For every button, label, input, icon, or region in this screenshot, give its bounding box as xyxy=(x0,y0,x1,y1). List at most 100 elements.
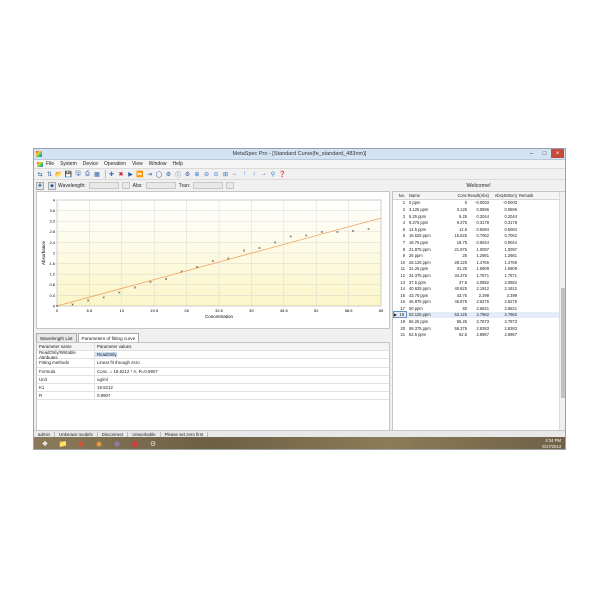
cell-name: 3.125 ppm xyxy=(409,206,429,212)
arrow-right-icon[interactable]: → xyxy=(260,170,268,178)
table-row[interactable]: ▶ 18 53.125 ppm 53.125 2.7962 2.7962 xyxy=(393,311,565,319)
zoom-area-icon[interactable]: ⊞ xyxy=(222,170,230,178)
menu-system[interactable]: System xyxy=(57,161,80,167)
cell-name: 43.75 ppm xyxy=(409,292,429,298)
zero-icon[interactable]: ◯ xyxy=(155,170,163,178)
table-row[interactable]: 8 21.875 ppm 21.875 1.0097 1.0097 xyxy=(393,246,565,253)
cell-conc: 28.125 xyxy=(454,259,467,265)
scrollbar-thumb[interactable] xyxy=(561,288,565,398)
table-row[interactable]: 19 56.25 ppm 56.25 2.7873 2.7873 xyxy=(393,318,565,325)
measure-icon[interactable]: ⚙ xyxy=(165,170,173,178)
y-tick-label: 0.8 xyxy=(49,282,55,287)
param-row[interactable]: Formula Conc. = 19.5212 * A, R=0.9907 xyxy=(37,367,389,376)
menu-file[interactable]: File xyxy=(43,161,57,167)
cell-no: 6 xyxy=(402,233,405,239)
cell-no: 11 xyxy=(400,266,405,272)
zoom-fit-icon[interactable]: ⊙ xyxy=(212,170,220,178)
media-icon[interactable]: ◉ xyxy=(92,439,106,450)
col-abs[interactable]: Abs(483nm) xyxy=(489,193,517,198)
fast-forward-icon[interactable]: ⏩ xyxy=(136,170,144,178)
table-row[interactable]: 7 18.75 ppm 18.75 0.9044 0.9044 xyxy=(393,239,565,246)
menu-window[interactable]: Window xyxy=(146,161,170,167)
step-icon[interactable]: ⇥ xyxy=(146,170,154,178)
delete-icon[interactable]: ✖ xyxy=(117,170,125,178)
table-row[interactable]: 17 50 ppm 50 2.6621 2.6621 xyxy=(393,305,565,312)
col-conc[interactable]: Conc xyxy=(445,193,467,198)
cell-conc: 43.75 xyxy=(456,292,467,298)
cell-abs: 0.0596 xyxy=(504,206,517,212)
table-row[interactable]: 20 59.375 ppm 59.375 2.8383 2.8383 xyxy=(393,325,565,332)
menu-help[interactable]: Help xyxy=(170,161,186,167)
table-row[interactable]: 5 12.5 ppm 12.5 0.5084 0.5084 xyxy=(393,226,565,233)
open-icon[interactable]: 📂 xyxy=(55,170,63,178)
table-row[interactable]: 10 28.125 ppm 28.125 1.4766 1.4766 xyxy=(393,259,565,266)
col-remark[interactable]: Remark xyxy=(517,193,539,198)
tool-icon[interactable]: ⚙ xyxy=(146,439,160,450)
windows-start-icon[interactable]: ❖ xyxy=(38,439,52,450)
table-row[interactable]: 12 34.375 ppm 34.375 1.7871 1.7871 xyxy=(393,272,565,279)
col-name[interactable]: Name xyxy=(407,193,445,198)
info-icon[interactable]: ⓘ xyxy=(174,170,182,179)
swap-icon[interactable]: ⇅ xyxy=(46,170,54,178)
menu-bar: File System Device Operation View Window… xyxy=(34,160,565,168)
arrow-down-icon[interactable]: ↓ xyxy=(250,170,258,178)
system-tray: 4:34 PM 6/17/2013 xyxy=(542,438,561,449)
table-scrollbar[interactable] xyxy=(559,192,565,437)
settings-icon[interactable]: ⚙ xyxy=(184,170,192,178)
menu-view[interactable]: View xyxy=(129,161,146,167)
param-row[interactable]: K1 19.5212 xyxy=(37,383,389,393)
table-row[interactable]: 3 6.25 ppm 6.25 0.2044 0.2044 xyxy=(393,213,565,220)
cell-result: 0.3178 xyxy=(476,220,489,226)
goto-wavelength-icon[interactable]: ✚ xyxy=(36,181,44,190)
close-icon[interactable]: × xyxy=(551,149,564,158)
save-as-icon[interactable]: 🖫 xyxy=(74,170,82,178)
table-row[interactable]: 9 25 ppm 25 1.2981 1.2981 xyxy=(393,252,565,259)
cell-conc: 59.375 xyxy=(454,325,467,331)
table-row[interactable]: 21 62.5 ppm 62.5 2.8967 2.8967 xyxy=(393,331,565,338)
print-icon[interactable]: ⎙ xyxy=(84,170,92,178)
maximize-icon[interactable]: □ xyxy=(538,149,551,158)
save-icon[interactable]: 💾 xyxy=(65,170,73,178)
param-row[interactable]: Fitting methods Linear fit through zero xyxy=(37,359,389,368)
grid-icon[interactable]: ▦ xyxy=(93,170,101,178)
tab-fitting-parameters[interactable]: Parameters of fitting curve xyxy=(77,333,140,342)
minimize-icon[interactable]: – xyxy=(525,149,538,158)
col-result[interactable]: Result(Abs) xyxy=(467,193,489,198)
browser-icon[interactable]: ◉ xyxy=(74,439,88,450)
search-icon[interactable]: ⚲ xyxy=(269,170,277,178)
tab-wavelength-list[interactable]: Wavelength List xyxy=(36,333,77,342)
table-row[interactable]: 15 43.75 ppm 43.75 2.399 2.399 xyxy=(393,292,565,299)
arrow-up-icon[interactable]: ↑ xyxy=(241,170,249,178)
param-row[interactable]: ReadOnly/Writable Attributes ReadOnly xyxy=(37,350,389,360)
cell-result: 1.7871 xyxy=(476,272,489,278)
y-tick-label: 2.4 xyxy=(49,240,55,245)
x-axis-label: Concentration xyxy=(205,314,234,319)
table-row[interactable]: 16 46.875 ppm 46.875 2.6275 2.6275 xyxy=(393,299,565,306)
param-row[interactable]: Unit ug/ml xyxy=(37,375,389,384)
zoom-out-icon[interactable]: ⊖ xyxy=(203,170,211,178)
metaspec-taskbar-icon[interactable]: ▩ xyxy=(128,439,142,450)
add-icon[interactable]: ✚ xyxy=(108,170,116,178)
arrow-left-icon[interactable]: ← xyxy=(231,170,239,178)
col-no[interactable]: No. xyxy=(393,193,407,198)
app-circle-icon[interactable]: ◉ xyxy=(110,439,124,450)
table-row[interactable]: 2 3.125 ppm 3.125 0.0596 0.0596 xyxy=(393,206,565,213)
param-row[interactable]: R 0.9907 xyxy=(37,392,389,401)
play-icon[interactable]: ▶ xyxy=(127,170,135,178)
menu-operation[interactable]: Operation xyxy=(101,161,129,167)
table-row[interactable]: 13 37.5 ppm 37.5 2.0882 2.0882 xyxy=(393,279,565,286)
help-icon[interactable]: ❓ xyxy=(279,170,287,178)
table-row[interactable]: 1 0 ppm 0 -0.0003 -0.0003 xyxy=(393,200,565,207)
table-row[interactable]: 6 15.625 ppm 15.625 0.7062 0.7062 xyxy=(393,233,565,240)
table-row[interactable]: 11 31.25 ppm 31.25 1.6909 1.6909 xyxy=(393,266,565,273)
file-explorer-icon[interactable]: 📁 xyxy=(56,439,70,450)
cell-result: 1.4766 xyxy=(476,259,489,265)
menu-device[interactable]: Device xyxy=(80,161,101,167)
wavelength-icon[interactable]: ◆ xyxy=(48,181,56,190)
y-tick-label: 3.6 xyxy=(49,208,55,213)
zoom-in-icon[interactable]: ⊕ xyxy=(193,170,201,178)
refresh-icon[interactable]: ⇆ xyxy=(36,170,44,178)
wavelength-unit-box xyxy=(121,182,130,189)
table-row[interactable]: 4 9.375 ppm 9.375 0.3178 0.3178 xyxy=(393,219,565,226)
table-row[interactable]: 14 40.625 ppm 40.625 2.1912 2.1912 xyxy=(393,285,565,292)
